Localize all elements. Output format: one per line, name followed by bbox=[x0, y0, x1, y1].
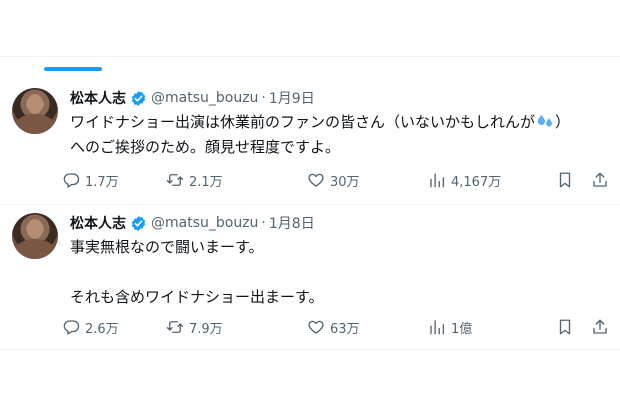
share-icon bbox=[593, 172, 607, 187]
reply-button[interactable]: 2.6万 bbox=[62, 318, 119, 337]
views-button[interactable]: 4,167万 bbox=[428, 171, 501, 190]
like-button[interactable]: 63万 bbox=[307, 318, 360, 337]
reply-icon bbox=[63, 320, 80, 335]
tweet[interactable]: 松本人志 @matsu_bouzu · 1月8日 ··· 事実無根なので闘いまー… bbox=[0, 205, 620, 347]
sweat-droplets-emoji-icon bbox=[537, 114, 552, 127]
avatar[interactable] bbox=[12, 213, 58, 259]
author-name[interactable]: 松本人志 bbox=[70, 88, 126, 108]
bookmark-icon bbox=[559, 319, 571, 335]
separator-dot: · bbox=[261, 90, 266, 106]
author-handle[interactable]: @matsu_bouzu bbox=[151, 215, 258, 231]
reply-icon bbox=[63, 173, 80, 188]
verified-badge-icon bbox=[131, 90, 146, 106]
bar-chart-icon bbox=[430, 320, 445, 335]
heart-icon bbox=[308, 173, 324, 187]
tweet-text: 事実無根なので闘いまーす。 それも含めワイドナショー出まーす。 bbox=[70, 235, 600, 310]
share-button[interactable] bbox=[591, 171, 609, 189]
tweet-text-line: 事実無根なので闘いまーす。 bbox=[70, 238, 264, 256]
like-count: 30万 bbox=[330, 174, 360, 190]
share-icon bbox=[593, 319, 607, 334]
author-handle[interactable]: @matsu_bouzu bbox=[151, 90, 258, 106]
retweet-count: 2.1万 bbox=[189, 174, 223, 190]
share-button[interactable] bbox=[591, 318, 609, 336]
verified-badge-icon bbox=[131, 215, 146, 231]
heart-icon bbox=[308, 320, 324, 334]
tweet-text-paren: ） bbox=[555, 113, 571, 131]
active-tab-indicator bbox=[44, 67, 102, 71]
like-button[interactable]: 30万 bbox=[307, 171, 360, 190]
bar-chart-icon bbox=[430, 173, 445, 188]
author-name[interactable]: 松本人志 bbox=[70, 213, 126, 233]
reply-button[interactable]: 1.7万 bbox=[62, 171, 119, 190]
screenshot-frame: 松本人志 @matsu_bouzu · 1月9日 ワイドナショー出演は休業前のフ… bbox=[0, 0, 620, 413]
retweet-icon bbox=[166, 321, 184, 333]
tweet[interactable]: 松本人志 @matsu_bouzu · 1月9日 ワイドナショー出演は休業前のフ… bbox=[0, 80, 620, 205]
tweet-text-line: へのご挨拶のため。顔見せ程度ですよ。 bbox=[70, 138, 341, 156]
action-bar: 1.7万 2.1万 30万 4,167万 bbox=[62, 169, 612, 191]
views-count: 4,167万 bbox=[451, 174, 502, 190]
like-count: 63万 bbox=[330, 321, 360, 337]
reply-count: 2.6万 bbox=[85, 321, 119, 337]
retweet-button[interactable]: 2.1万 bbox=[166, 171, 223, 190]
tweet-text-line: ワイドナショー出演は休業前のファンの皆さん（いないかもしれんが ） bbox=[70, 110, 600, 135]
views-count: 1億 bbox=[451, 321, 473, 337]
tweet-header: 松本人志 @matsu_bouzu · 1月8日 bbox=[70, 213, 315, 233]
avatar[interactable] bbox=[12, 88, 58, 134]
tweet-header: 松本人志 @matsu_bouzu · 1月9日 bbox=[70, 88, 315, 108]
bookmark-button[interactable] bbox=[556, 318, 574, 336]
bookmark-button[interactable] bbox=[556, 171, 574, 189]
views-button[interactable]: 1億 bbox=[428, 318, 472, 337]
separator-dot: · bbox=[261, 215, 266, 231]
tweet-text: ワイドナショー出演は休業前のファンの皆さん（いないかもしれんが ） へのご挨拶のた… bbox=[70, 110, 600, 160]
action-bar: 2.6万 7.9万 63万 1億 bbox=[62, 316, 612, 338]
retweet-icon bbox=[166, 174, 184, 186]
retweet-count: 7.9万 bbox=[189, 321, 223, 337]
tweet-date[interactable]: 1月8日 bbox=[269, 213, 315, 233]
retweet-button[interactable]: 7.9万 bbox=[166, 318, 223, 337]
tweet-text-line-content: ワイドナショー出演は休業前のファンの皆さん（いないかもしれんが bbox=[70, 113, 536, 131]
reply-count: 1.7万 bbox=[85, 174, 119, 190]
bookmark-icon bbox=[559, 172, 571, 188]
tweet-date[interactable]: 1月9日 bbox=[269, 88, 315, 108]
tweet-text-line: それも含めワイドナショー出まーす。 bbox=[70, 288, 324, 306]
